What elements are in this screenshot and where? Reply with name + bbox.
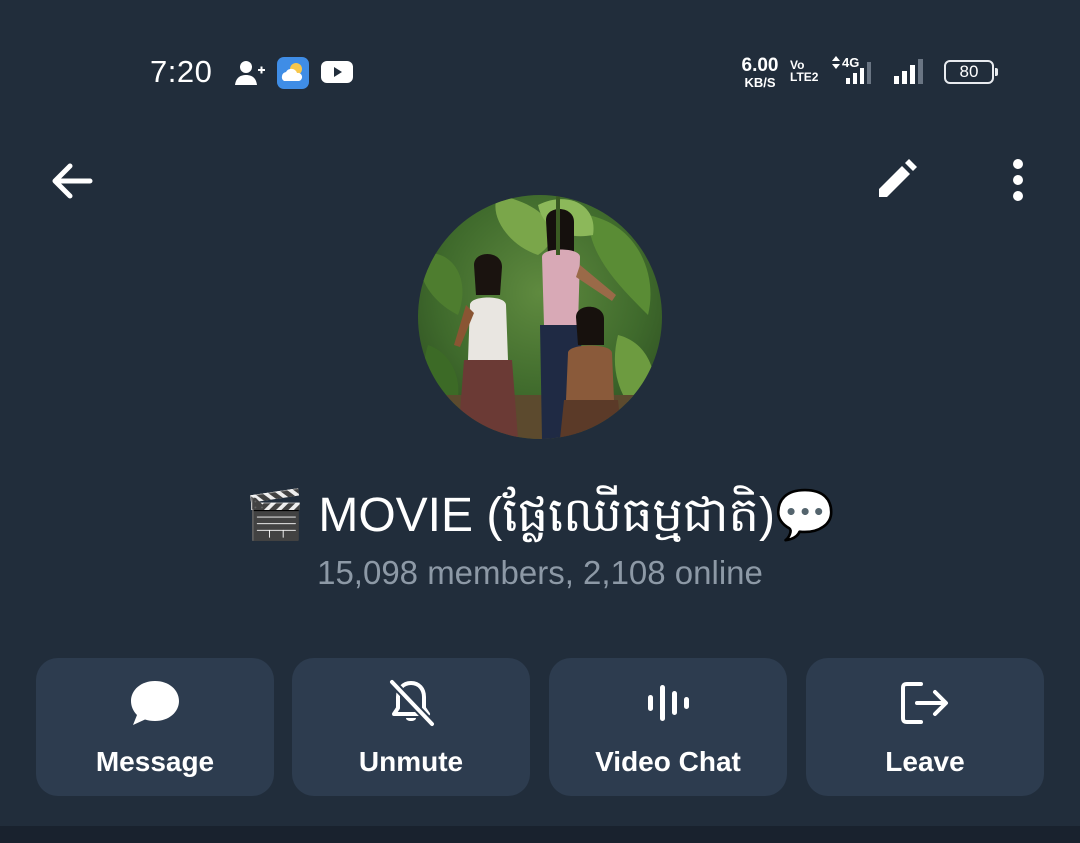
arrow-left-icon — [52, 163, 93, 199]
more-button[interactable] — [994, 150, 1042, 210]
video-chat-label: Video Chat — [595, 746, 741, 777]
status-time: 7:20 — [150, 54, 213, 89]
group-name: MOVIE (ផ្លែឈើធម្មជាតិ) — [318, 489, 775, 542]
chat-bubble-icon — [131, 681, 179, 725]
unmute-button[interactable]: Unmute — [292, 658, 530, 796]
status-bar: 7:20 6.00 KB/S Vo LTE2 4G 80 — [0, 0, 1080, 145]
network-speed-value: 6.00 — [741, 55, 779, 76]
network-speed-unit: KB/S — [744, 75, 776, 90]
battery-indicator: 80 — [944, 60, 998, 84]
volte-bottom: LTE2 — [790, 70, 819, 84]
message-button[interactable]: Message — [36, 658, 274, 796]
weather-icon — [277, 57, 309, 94]
signal-bars-icon — [892, 54, 932, 91]
video-chat-button[interactable]: Video Chat — [549, 658, 787, 796]
clapperboard-emoji: 🎬 — [245, 489, 305, 542]
add-contact-icon — [234, 58, 266, 93]
speech-bubble-emoji: 💬 — [774, 489, 835, 542]
leave-button[interactable]: Leave — [806, 658, 1044, 796]
pencil-icon — [879, 159, 917, 197]
battery-level: 80 — [959, 62, 979, 81]
content-divider — [0, 826, 1080, 843]
action-bar: Message Unmute Video Chat Leave — [36, 658, 1044, 796]
voice-bars-icon — [648, 685, 689, 721]
edit-button[interactable] — [866, 150, 926, 210]
leave-label: Leave — [885, 746, 965, 777]
group-title: 🎬 MOVIE (ផ្លែឈើធម្មជាតិ)💬 — [0, 484, 1080, 548]
group-avatar[interactable] — [418, 195, 662, 439]
unmute-label: Unmute — [358, 746, 464, 777]
network-type: 4G — [842, 55, 859, 70]
avatar-photo — [418, 195, 662, 439]
more-vertical-icon — [1013, 159, 1023, 201]
members-count: 15,098 members, 2,108 online — [317, 554, 763, 591]
signal-4g-icon: 4G — [830, 54, 882, 91]
exit-icon — [901, 682, 948, 724]
network-speed: 6.00 KB/S — [737, 56, 783, 89]
bell-off-icon — [389, 679, 435, 727]
back-button[interactable] — [40, 150, 102, 212]
volte-indicator: Vo LTE2 — [790, 59, 818, 83]
message-label: Message — [95, 746, 215, 777]
youtube-icon — [321, 60, 353, 89]
